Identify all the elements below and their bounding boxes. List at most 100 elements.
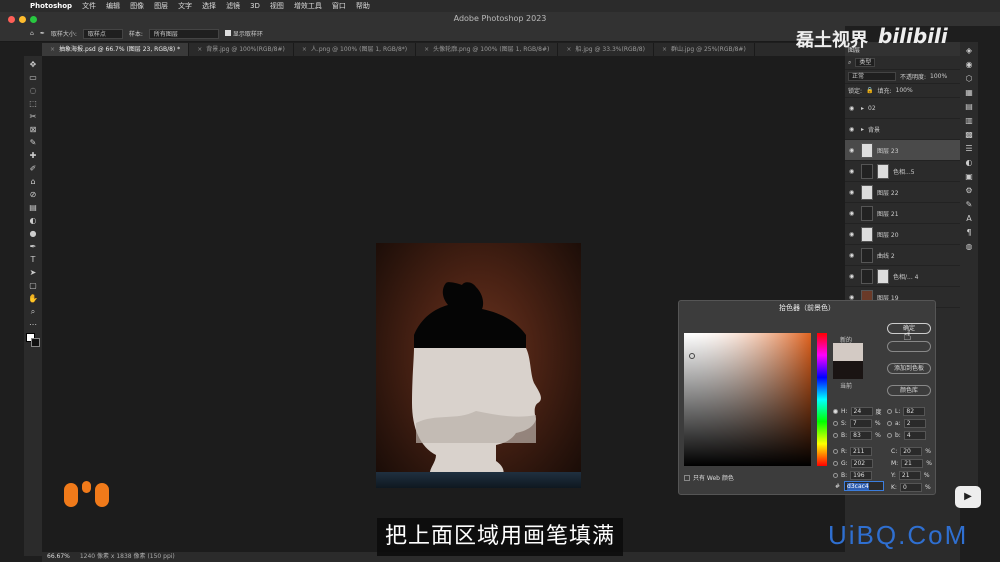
current-color-swatch[interactable] — [833, 361, 863, 379]
document-canvas[interactable] — [376, 243, 581, 488]
home-icon[interactable]: ⌂ — [30, 30, 34, 37]
eye-icon[interactable]: ◉ — [849, 189, 857, 196]
frame-tool-icon[interactable]: ⊠ — [30, 125, 37, 135]
adjustments-icon[interactable]: ☰ — [965, 144, 972, 153]
layer-row[interactable]: ◉ 图层 22 — [845, 182, 960, 203]
eraser-tool-icon[interactable]: ⊘ — [30, 190, 37, 200]
close-icon[interactable]: × — [566, 46, 571, 53]
m-input[interactable]: 21 — [901, 459, 924, 468]
layer-row[interactable]: ◉ 图层 20 — [845, 224, 960, 245]
r-input[interactable]: 211 — [850, 447, 873, 456]
glyphs-icon[interactable]: ◍ — [966, 242, 973, 251]
foreground-background-swatches[interactable] — [26, 333, 40, 347]
eye-icon[interactable]: ◉ — [849, 210, 857, 217]
history-icon[interactable]: ⚙ — [965, 186, 972, 195]
type-tool-icon[interactable]: T — [31, 255, 36, 265]
menu-edit[interactable]: 编辑 — [106, 1, 120, 11]
r-radio[interactable] — [833, 449, 838, 454]
menu-image[interactable]: 图像 — [130, 1, 144, 11]
stamp-tool-icon[interactable]: ⌂ — [30, 177, 35, 187]
sample-select[interactable]: 所有图层 — [148, 28, 219, 39]
zoom-level[interactable]: 66.67% — [47, 553, 70, 560]
menu-select[interactable]: 选择 — [202, 1, 216, 11]
eye-icon[interactable]: ◉ — [849, 231, 857, 238]
layer-row[interactable]: ◉ 色相...5 — [845, 161, 960, 182]
lab-b-input[interactable]: 4 — [903, 431, 926, 440]
marquee-tool-icon[interactable]: ▭ — [29, 73, 37, 83]
tab-document[interactable]: × 抽象海报.psd @ 66.7% (图层 23, RGB/8) * — [42, 43, 190, 56]
eye-icon[interactable]: ◉ — [849, 147, 857, 154]
g-radio[interactable] — [833, 461, 838, 466]
layers-icon[interactable]: ◈ — [966, 46, 972, 55]
hex-input[interactable]: d3cac4 — [844, 481, 885, 491]
a-input[interactable]: 2 — [903, 419, 926, 428]
eyedropper-tool-icon[interactable]: ✎ — [30, 138, 37, 148]
dodge-tool-icon[interactable]: ● — [30, 229, 37, 239]
web-colors-checkbox[interactable] — [684, 474, 690, 481]
move-tool-icon[interactable]: ✥ — [30, 60, 37, 70]
menu-layer[interactable]: 图层 — [154, 1, 168, 11]
close-icon[interactable]: × — [424, 46, 429, 53]
layer-group[interactable]: ◉ ▸ 02 — [845, 98, 960, 119]
character-icon[interactable]: A — [966, 214, 971, 223]
properties-icon[interactable]: ◐ — [966, 158, 973, 167]
crop-tool-icon[interactable]: ✂ — [30, 112, 37, 122]
background-swatch[interactable] — [31, 338, 40, 347]
eye-icon[interactable]: ◉ — [849, 126, 857, 133]
tab-document[interactable]: × 头像轮廓.png @ 100% (图层 1, RGB/8#) — [416, 43, 559, 56]
patterns-icon[interactable]: ▩ — [965, 130, 973, 139]
add-to-swatches-button[interactable]: 添加到色板 — [887, 363, 931, 374]
layer-row[interactable]: ◉ 图层 23 — [845, 140, 960, 161]
gradients-icon[interactable]: ▥ — [965, 116, 973, 125]
menu-file[interactable]: 文件 — [82, 1, 96, 11]
l-input[interactable]: 82 — [903, 407, 926, 416]
paths-icon[interactable]: ⬡ — [966, 74, 973, 83]
blur-tool-icon[interactable]: ◐ — [30, 216, 37, 226]
menu-3d[interactable]: 3D — [250, 2, 260, 10]
channels-icon[interactable]: ◉ — [966, 60, 973, 69]
zoom-tool-icon[interactable]: ⌕ — [31, 307, 35, 317]
show-ring-checkbox[interactable]: 显示取样环 — [224, 29, 263, 38]
eyedropper-icon[interactable]: ✒ — [40, 30, 45, 37]
layer-row[interactable]: ◉ 图层 21 — [845, 203, 960, 224]
h-input[interactable]: 24 — [850, 407, 873, 416]
layer-row[interactable]: ◉ 色相/... 4 — [845, 266, 960, 287]
lab-b-radio[interactable] — [887, 433, 892, 438]
blend-mode-select[interactable]: 正常 — [848, 72, 896, 81]
lock-icon[interactable]: 🔒 — [866, 87, 873, 94]
libraries-icon[interactable]: ▣ — [965, 172, 973, 181]
shape-tool-icon[interactable]: ▢ — [29, 281, 37, 291]
h-radio[interactable] — [833, 409, 838, 414]
color-icon[interactable]: ▦ — [965, 88, 973, 97]
app-menu[interactable]: Photoshop — [30, 2, 72, 10]
select-tool-icon[interactable]: ⬚ — [29, 99, 37, 109]
gradient-tool-icon[interactable]: ▤ — [29, 203, 37, 213]
color-field[interactable] — [684, 333, 811, 466]
brush-tool-icon[interactable]: ✐ — [30, 164, 37, 174]
eye-icon[interactable]: ◉ — [849, 105, 857, 112]
c-input[interactable]: 20 — [900, 447, 923, 456]
paragraph-icon[interactable]: ¶ — [966, 228, 971, 237]
b-radio[interactable] — [833, 433, 838, 438]
menu-view[interactable]: 视图 — [270, 1, 284, 11]
close-icon[interactable]: × — [197, 46, 202, 53]
menu-help[interactable]: 帮助 — [356, 1, 370, 11]
web-colors-only[interactable]: 只有 Web 颜色 — [684, 473, 734, 482]
brush-settings-icon[interactable]: ✎ — [966, 200, 973, 209]
fill-value[interactable]: 100% — [896, 87, 913, 94]
l-radio[interactable] — [887, 409, 892, 414]
tab-document[interactable]: × 背景.jpg @ 100%(RGB/8#) — [189, 43, 294, 56]
path-select-tool-icon[interactable]: ➤ — [30, 268, 37, 278]
layer-row[interactable]: ◉ 曲线 2 — [845, 245, 960, 266]
s-radio[interactable] — [833, 421, 838, 426]
a-radio[interactable] — [887, 421, 892, 426]
y-input[interactable]: 21 — [898, 471, 921, 480]
healing-tool-icon[interactable]: ✚ — [30, 151, 37, 161]
color-picker-circle[interactable] — [689, 353, 695, 359]
b-input[interactable]: 83 — [850, 431, 873, 440]
tab-document[interactable]: × 船.jpg @ 33.3%(RGB/8) — [558, 43, 654, 56]
minimize-button[interactable] — [19, 16, 26, 23]
menu-window[interactable]: 窗口 — [332, 1, 346, 11]
pen-tool-icon[interactable]: ✒ — [30, 242, 37, 252]
tab-document[interactable]: × 群山.jpg @ 25%(RGB/8#) — [654, 43, 755, 56]
